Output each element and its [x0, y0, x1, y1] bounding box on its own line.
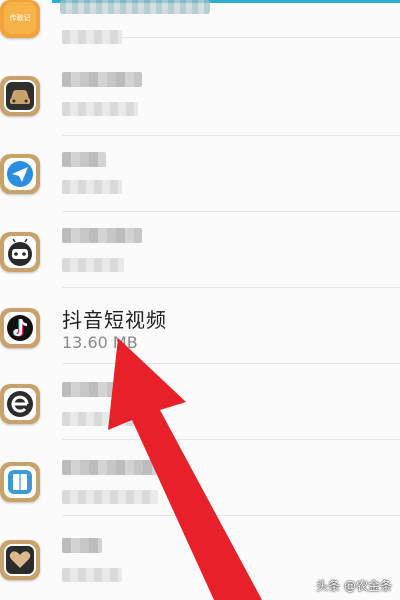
app-name: 抖音短视频 [62, 308, 167, 332]
watermark: 头条 @农金条 [316, 579, 392, 593]
blurred-app-name [62, 72, 142, 87]
blurred-app-name [62, 382, 128, 397]
app-size: 13.60 MB [62, 333, 138, 352]
app-row[interactable] [0, 440, 400, 516]
blurred-app-size [62, 490, 158, 504]
app-row-douyin[interactable] [0, 288, 400, 364]
paper-plane-icon [0, 154, 40, 194]
blurred-app-size [62, 412, 142, 426]
app-row[interactable] [0, 212, 400, 288]
heart-icon [0, 540, 40, 580]
diary-icon: 传歌记 [0, 0, 40, 38]
diary-badge-text: 传歌记 [10, 13, 31, 22]
e-letter-icon [0, 384, 40, 424]
blurred-app-name [62, 228, 142, 243]
blurred-app-name [62, 152, 106, 167]
car-icon [0, 76, 40, 116]
app-row[interactable]: 传歌记 [0, 0, 400, 38]
partially-visible-char: 记 [160, 467, 177, 486]
app-row[interactable] [0, 60, 400, 136]
book-icon [0, 462, 40, 502]
blurred-app-size [62, 568, 122, 582]
app-row[interactable] [0, 136, 400, 212]
tiktok-icon [0, 308, 40, 348]
blurred-app-size [62, 102, 138, 116]
robot-icon [0, 232, 40, 272]
app-list: 传歌记 抖音短视频 13.60 MB 记 [0, 0, 400, 600]
blurred-app-name [62, 538, 102, 553]
blurred-app-size [62, 180, 122, 194]
blurred-app-size [62, 258, 124, 272]
blurred-app-name [62, 460, 158, 475]
app-row[interactable] [0, 364, 400, 440]
blurred-app-size [62, 30, 122, 44]
